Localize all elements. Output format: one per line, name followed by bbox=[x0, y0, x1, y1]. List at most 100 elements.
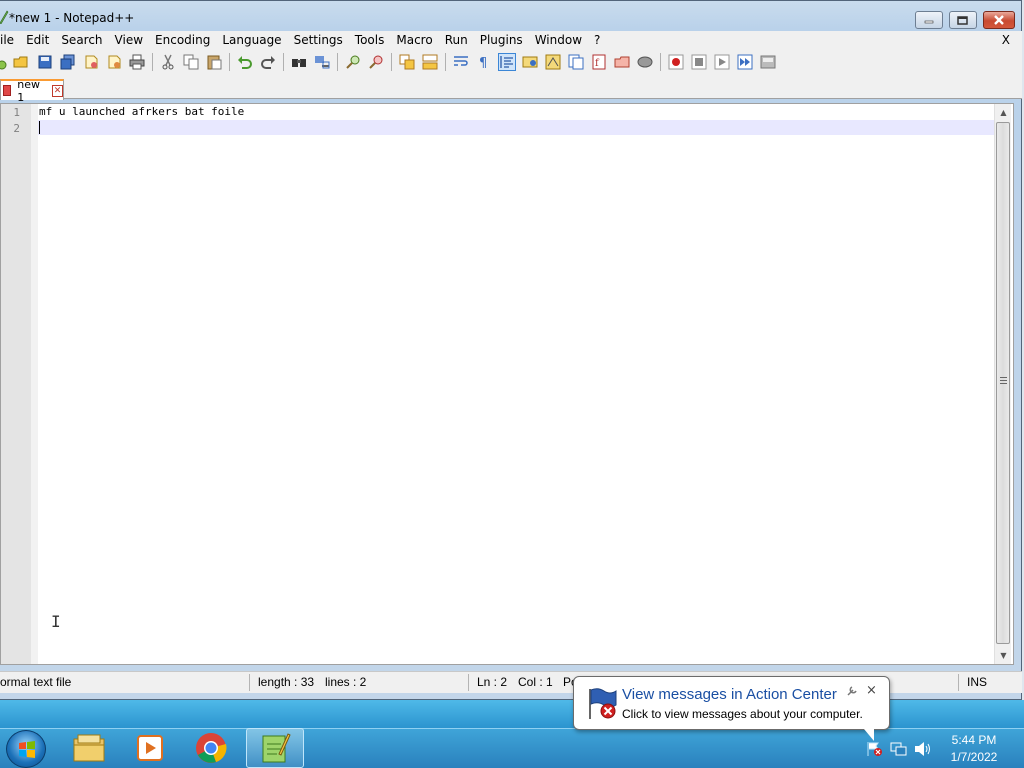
taskbar-chrome[interactable] bbox=[182, 728, 240, 768]
menu-plugins[interactable]: Plugins bbox=[474, 31, 529, 49]
redo-icon[interactable] bbox=[260, 54, 276, 70]
action-center-flag-icon bbox=[589, 688, 617, 719]
close-icon bbox=[994, 15, 1004, 25]
record-macro-icon[interactable] bbox=[668, 54, 684, 70]
tab-strip: new 1 ✕ bbox=[0, 75, 1022, 104]
sync-horizontal-icon[interactable] bbox=[422, 54, 438, 70]
word-wrap-icon[interactable] bbox=[453, 54, 469, 70]
menu-file[interactable]: ile bbox=[0, 31, 20, 49]
notification-close-button[interactable]: × bbox=[866, 683, 877, 698]
toolbar-separator bbox=[337, 53, 338, 71]
save-macro-icon[interactable] bbox=[760, 54, 776, 70]
start-orb-icon bbox=[19, 741, 35, 758]
action-center-notification[interactable]: View messages in Action Center Click to … bbox=[573, 676, 890, 741]
tray-clock-time[interactable]: 5:44 PM bbox=[944, 733, 1004, 747]
zoom-in-icon[interactable] bbox=[345, 54, 361, 70]
minimize-button[interactable] bbox=[915, 11, 943, 29]
toolbar-separator bbox=[283, 53, 284, 71]
cut-icon[interactable] bbox=[160, 54, 176, 70]
menu-encoding[interactable]: Encoding bbox=[149, 31, 216, 49]
menu-run[interactable]: Run bbox=[439, 31, 474, 49]
text-caret bbox=[39, 121, 40, 134]
menu-window[interactable]: Window bbox=[529, 31, 588, 49]
close-all-icon[interactable] bbox=[106, 54, 122, 70]
close-icon[interactable] bbox=[83, 54, 99, 70]
media-player-icon bbox=[137, 735, 163, 761]
window-title: *new 1 - Notepad++ bbox=[9, 11, 135, 25]
maximize-button[interactable] bbox=[949, 11, 977, 29]
stop-record-icon[interactable] bbox=[691, 54, 707, 70]
monitoring-icon[interactable] bbox=[637, 54, 653, 70]
menu-language[interactable]: Language bbox=[216, 31, 287, 49]
status-divider bbox=[249, 674, 250, 691]
save-all-icon[interactable] bbox=[60, 54, 76, 70]
function-list-icon[interactable] bbox=[568, 54, 584, 70]
line-number-margin: 1 2 bbox=[1, 104, 38, 664]
save-icon[interactable] bbox=[37, 54, 53, 70]
wrench-icon[interactable] bbox=[846, 685, 858, 697]
status-divider bbox=[958, 674, 959, 691]
menu-search[interactable]: Search bbox=[55, 31, 108, 49]
toolbar: ¶ f bbox=[0, 49, 1022, 75]
doc-map-icon[interactable] bbox=[545, 54, 561, 70]
menu-bar: ile Edit Search View Encoding Language S… bbox=[0, 31, 1022, 49]
start-button[interactable] bbox=[6, 730, 46, 768]
svg-text:¶: ¶ bbox=[479, 56, 487, 70]
play-macro-icon[interactable] bbox=[714, 54, 730, 70]
menu-settings[interactable]: Settings bbox=[288, 31, 349, 49]
editor-area[interactable]: 1 2 mf u launched afrkers bat foile I ▲ … bbox=[0, 103, 1014, 665]
paste-icon[interactable] bbox=[206, 54, 222, 70]
show-all-chars-icon[interactable]: ¶ bbox=[476, 54, 492, 70]
network-icon[interactable] bbox=[890, 741, 908, 757]
tab-new-1[interactable]: new 1 ✕ bbox=[0, 78, 64, 104]
scroll-up-arrow-icon[interactable]: ▲ bbox=[995, 104, 1012, 121]
tab-close-icon[interactable]: ✕ bbox=[52, 84, 63, 97]
copy-icon[interactable] bbox=[183, 54, 199, 70]
action-center-flag-icon[interactable] bbox=[866, 741, 884, 757]
menu-tools[interactable]: Tools bbox=[349, 31, 391, 49]
folder-as-workspace-icon[interactable]: f bbox=[591, 54, 607, 70]
find-icon[interactable] bbox=[291, 54, 307, 70]
print-icon[interactable] bbox=[129, 54, 145, 70]
tab-label: new 1 bbox=[17, 77, 41, 104]
new-icon[interactable] bbox=[0, 54, 10, 70]
line-number: 1 bbox=[13, 106, 20, 119]
undo-icon[interactable] bbox=[237, 54, 253, 70]
zoom-out-icon[interactable] bbox=[368, 54, 384, 70]
menu-view[interactable]: View bbox=[109, 31, 149, 49]
run-macro-multiple-icon[interactable] bbox=[737, 54, 753, 70]
volume-icon[interactable] bbox=[914, 741, 932, 757]
close-document-button[interactable]: X bbox=[1002, 31, 1010, 49]
taskbar-notepadpp[interactable] bbox=[246, 728, 304, 768]
notepadpp-icon bbox=[262, 733, 291, 763]
open-icon[interactable] bbox=[13, 54, 29, 70]
current-line-highlight bbox=[38, 120, 994, 135]
toolbar-separator bbox=[445, 53, 446, 71]
scrollbar-thumb[interactable] bbox=[996, 122, 1010, 644]
unsaved-file-icon bbox=[3, 85, 12, 96]
replace-icon[interactable] bbox=[314, 54, 330, 70]
toolbar-separator bbox=[660, 53, 661, 71]
user-language-icon[interactable] bbox=[522, 54, 538, 70]
menu-edit[interactable]: Edit bbox=[20, 31, 55, 49]
title-bar[interactable]: *new 1 - Notepad++ bbox=[0, 1, 1021, 31]
vertical-scrollbar[interactable]: ▲ ▼ bbox=[994, 104, 1011, 664]
menu-macro[interactable]: Macro bbox=[390, 31, 438, 49]
fold-margin[interactable] bbox=[31, 104, 38, 664]
restore-icon bbox=[957, 16, 968, 25]
doc-switcher-icon[interactable] bbox=[614, 54, 630, 70]
menu-help[interactable]: ? bbox=[588, 31, 606, 49]
tray-clock-date[interactable]: 1/7/2022 bbox=[944, 750, 1004, 764]
taskbar-explorer[interactable] bbox=[60, 728, 118, 768]
status-column: Col : 1 bbox=[518, 675, 553, 689]
ibeam-cursor-icon: I bbox=[51, 612, 61, 631]
status-insert-mode[interactable]: INS bbox=[967, 675, 987, 689]
editor-line-1[interactable]: mf u launched afrkers bat foile bbox=[39, 105, 244, 119]
toolbar-separator bbox=[391, 53, 392, 71]
sync-vertical-icon[interactable] bbox=[399, 54, 415, 70]
indent-guide-icon[interactable] bbox=[498, 53, 516, 71]
scroll-down-arrow-icon[interactable]: ▼ bbox=[995, 647, 1012, 664]
taskbar-media-player[interactable] bbox=[121, 728, 179, 768]
close-button[interactable] bbox=[983, 11, 1015, 29]
toolbar-separator bbox=[152, 53, 153, 71]
